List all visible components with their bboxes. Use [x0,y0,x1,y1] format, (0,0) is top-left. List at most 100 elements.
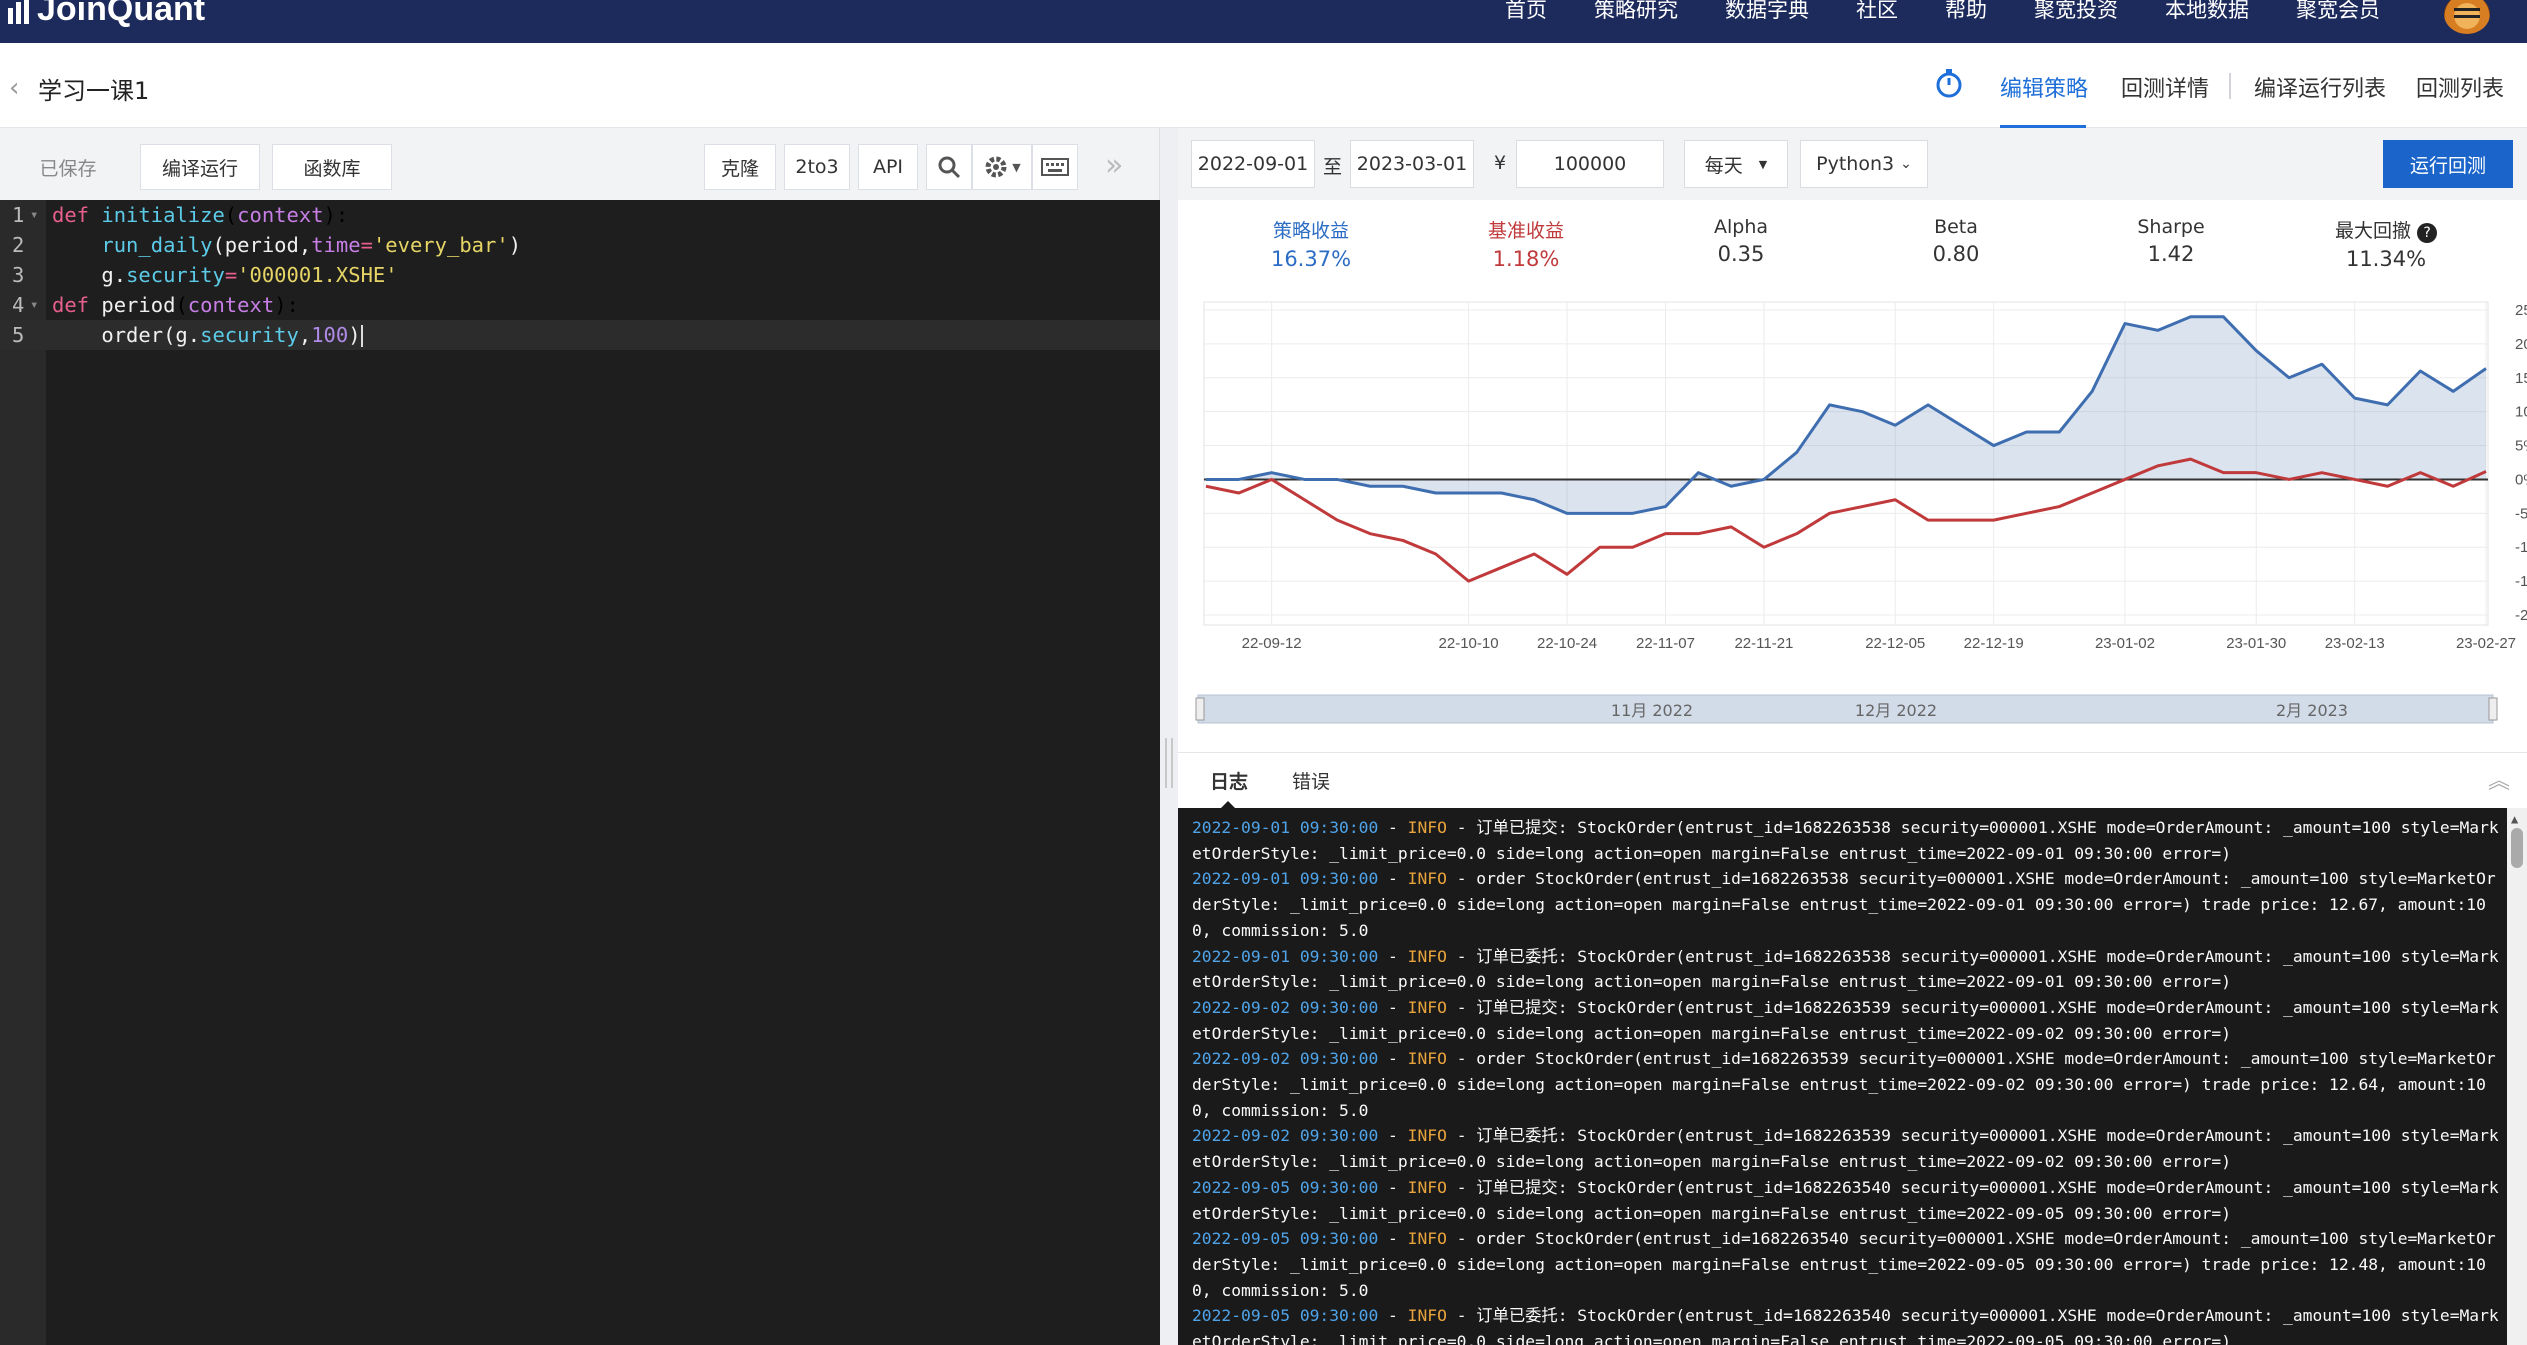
navigator-handle-left [1195,697,1205,721]
code-editor[interactable]: 1 ▾ def initialize(context): 2 run_daily(p… [0,200,1160,1345]
tab-errors[interactable]: 错误 [1292,767,1330,794]
log-timestamp: 2022-09-01 09:30:00 [1192,946,1379,966]
start-date-input[interactable]: 2022-09-01 [1191,140,1315,188]
x-tick-label: 22-12-05 [1865,635,1925,652]
pane-splitter[interactable] [1160,128,1178,1345]
log-message: - 订单已提交: StockOrder(entrust_id=168226353… [1192,818,2499,863]
y-tick-label: -20% [2515,607,2527,624]
code-line: 4 ▾ def period(context): [0,290,1160,320]
compile-run-button[interactable]: 编译运行 [140,144,260,190]
caret-down-icon: ▼ [1758,157,1768,171]
function-library-button[interactable]: 函数库 [272,144,392,190]
api-button[interactable]: API [858,144,918,190]
log-body: 2022-09-01 09:30:00 - INFO - 订单已提交: Stoc… [1192,815,2502,1345]
tab-log[interactable]: 日志 [1210,767,1248,794]
fold-icon[interactable]: ▾ [30,200,38,230]
log-entry: 2022-09-02 09:30:00 - INFO - 订单已委托: Stoc… [1192,1126,2499,1172]
returns-chart-area: 25% 20% 15% 10% 5% 0% -5% -10% -15% -20% 22-09-12 2… [1178,280,2527,730]
log-level: INFO [1407,1229,1447,1249]
y-tick-label: 0% [2515,471,2527,488]
help-icon[interactable]: ? [2417,223,2438,243]
log-entry: 2022-09-02 09:30:00 - INFO - order Stock… [1192,1049,2496,1120]
tab-backtest-list[interactable]: 回测列表 [2416,71,2504,103]
log-timestamp: 2022-09-01 09:30:00 [1192,869,1379,889]
code-line-active: 5 order(g.security,100) [0,320,1160,350]
y-tick-label: -5% [2515,505,2527,522]
log-level: INFO [1407,1177,1447,1197]
log-timestamp: 2022-09-02 09:30:00 [1192,1049,1379,1069]
2to3-button[interactable]: 2to3 [784,144,850,190]
logo-bars-icon [8,0,29,24]
x-tick-label: 22-11-07 [1636,635,1695,652]
splitter-handle[interactable] [1165,738,1173,788]
saved-status: 已保存 [39,157,97,180]
joinquant-logo[interactable]: JoinQuant [8,0,205,29]
stopwatch-icon[interactable] [1933,67,1965,99]
run-backtest-button[interactable]: 运行回测 [2383,140,2513,188]
nav-item-local-data[interactable]: 本地数据 [2165,0,2249,24]
nav-item-community[interactable]: 社区 [1856,0,1898,24]
python-version-select[interactable]: Python3 ⌄ [1800,140,1928,188]
collapse-up-icon[interactable]: ︽ [2488,763,2510,795]
log-message: - 订单已委托: StockOrder(entrust_id=168226353… [1192,1126,2499,1172]
search-button[interactable] [926,144,972,190]
navigator-label: 2月 2023 [2276,701,2348,720]
log-tabs: 日志 错误 ︽ [1178,752,2527,809]
user-avatar[interactable] [2444,0,2490,34]
stat-benchmark-return: 基准收益 1.18% [1446,216,1606,271]
navigator-handle-right [2488,697,2498,721]
returns-chart[interactable]: 25% 20% 15% 10% 5% 0% -5% -10% -15% -20% 22-09-12 2… [1178,280,2527,730]
nav-item-help[interactable]: 帮助 [1945,0,1987,24]
double-chevron-right-icon[interactable]: » [1105,148,1123,183]
scrollbar-thumb[interactable] [2511,828,2523,868]
log-timestamp: 2022-09-05 09:30:00 [1192,1306,1379,1326]
log-level: INFO [1407,869,1447,889]
stat-value: 1.18% [1492,247,1560,271]
log-level: INFO [1407,997,1447,1017]
scroll-up-icon[interactable]: ▲ [2511,812,2518,826]
log-timestamp: 2022-09-02 09:30:00 [1192,1126,1379,1146]
tab-compile-list[interactable]: 编译运行列表 [2254,71,2386,103]
x-tick-label: 23-01-30 [2226,635,2286,652]
log-panel[interactable]: 2022-09-01 09:30:00 - INFO - 订单已提交: Stoc… [1178,808,2527,1345]
y-tick-label: -10% [2515,539,2527,556]
capital-input[interactable]: 100000 [1516,140,1664,188]
y-tick-label: 10% [2515,404,2527,421]
tab-edit-strategy[interactable]: 编辑策略 [2000,71,2088,103]
log-entry: 2022-09-05 09:30:00 - INFO - 订单已委托: Stoc… [1192,1303,2502,1345]
chevron-left-icon[interactable]: ‹ [9,73,19,103]
stat-strategy-return: 策略收益 16.37% [1231,216,1391,271]
line-number-gutter [0,200,46,1345]
nav-item-data-dictionary[interactable]: 数据字典 [1725,0,1809,24]
logo-text: JoinQuant [37,0,206,28]
nav-item-membership[interactable]: 聚宽会员 [2296,0,2380,24]
fold-icon[interactable]: ▾ [30,290,38,320]
stat-label: 最大回撤 ? [2306,216,2466,243]
keyboard-button[interactable] [1032,144,1078,190]
tab-backtest-details[interactable]: 回测详情 [2121,71,2209,103]
settings-dropdown[interactable]: ▼ [972,144,1032,190]
log-level: INFO [1407,1126,1447,1146]
log-timestamp: 2022-09-05 09:30:00 [1192,1229,1379,1249]
strategy-header: ‹ 学习一课1 编辑策略 回测详情 编译运行列表 回测列表 [0,43,2527,128]
end-date-input[interactable]: 2023-03-01 [1350,140,1474,188]
log-scrollbar[interactable]: ▲ [2507,808,2527,1345]
python-version-value: Python3 [1816,153,1895,175]
stat-value: 1.42 [2147,242,2195,266]
log-level: INFO [1407,818,1447,837]
x-tick-label: 23-02-27 [2456,635,2516,652]
y-tick-label: 5% [2515,438,2527,455]
stat-alpha: Alpha 0.35 [1661,216,1821,266]
clone-button[interactable]: 克隆 [704,144,776,190]
nav-item-investment[interactable]: 聚宽投资 [2034,0,2118,24]
nav-item-strategy-research[interactable]: 策略研究 [1594,0,1678,24]
nav-item-home[interactable]: 首页 [1505,0,1547,24]
log-message: - 订单已委托: StockOrder(entrust_id=168226353… [1192,946,2499,992]
frequency-select[interactable]: 每天 ▼ [1684,140,1788,188]
stat-max-drawdown: 最大回撤 ? 11.34% [2306,216,2466,271]
backtest-stats: 策略收益 16.37% 基准收益 1.18% Alpha 0.35 Beta 0.80 … [1178,200,2527,280]
y-tick-label: 15% [2515,370,2527,387]
x-tick-label: 23-01-02 [2095,635,2155,652]
x-tick-label: 22-10-24 [1537,635,1597,652]
search-icon [938,156,961,179]
